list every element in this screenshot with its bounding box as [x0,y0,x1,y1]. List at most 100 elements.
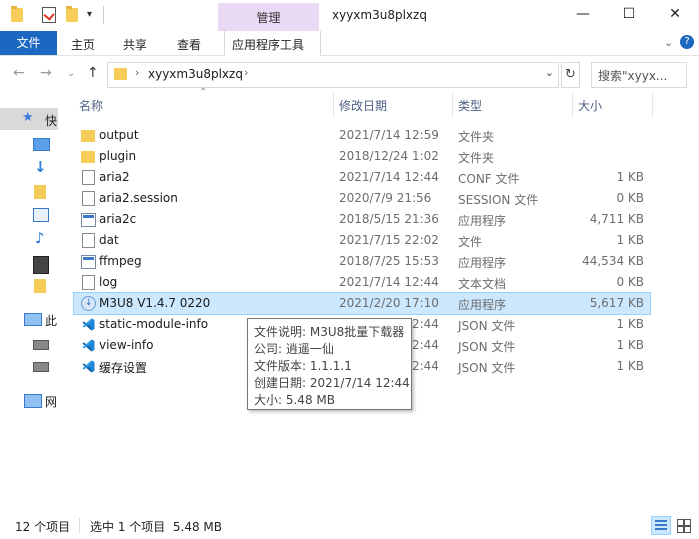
column-divider[interactable] [652,92,653,118]
status-item-count: 12 个项目 [15,520,71,534]
file-row[interactable]: aria2.session 2020/7/9 21:56 SESSION 文件 0 K… [74,188,650,209]
file-size: 1 KB [616,170,644,184]
nav-this-pc-label[interactable]: 此 [45,312,57,329]
folder-icon [11,6,23,22]
this-pc-icon[interactable] [24,313,42,326]
file-row[interactable]: aria2c 2018/5/15 21:36 应用程序 4,711 KB [74,209,650,230]
pictures-icon[interactable] [33,208,49,222]
document-icon [82,275,95,290]
document-icon [82,191,95,206]
column-divider[interactable] [333,92,334,118]
documents-folder-icon[interactable] [34,185,46,199]
file-name: 缓存设置 [99,361,148,375]
videos-icon[interactable] [33,256,49,274]
network-icon[interactable] [24,394,42,408]
file-size: 1 KB [616,317,644,331]
large-icons-view-icon[interactable] [675,516,692,533]
column-header-name[interactable]: 名称 [79,97,103,114]
file-type: 应用程序 [458,214,507,228]
file-type: 文件夹 [458,130,495,144]
desktop-icon[interactable] [33,138,50,151]
file-row[interactable]: log 2021/7/14 12:44 文本文档 0 KB [74,272,650,293]
file-row[interactable]: ffmpeg 2018/7/25 15:53 应用程序 44,534 KB [74,251,650,272]
file-modified-date: 2021/7/15 22:02 [339,233,439,247]
nav-network-label[interactable]: 网 [45,393,57,410]
file-type: 应用程序 [458,256,507,270]
file-type: 文本文档 [458,277,507,291]
column-header-type[interactable]: 类型 [458,97,482,114]
back-arrow-icon[interactable]: ← [13,65,25,81]
search-placeholder: 搜索"xyyx... [598,69,668,83]
drive-icon[interactable] [33,340,49,350]
forward-arrow-icon[interactable]: → [40,65,52,81]
status-selection: 选中 1 个项目 5.48 MB [90,520,223,534]
file-type: SESSION 文件 [458,193,539,207]
tab-view[interactable]: 查看 [177,36,201,53]
column-divider[interactable] [452,92,453,118]
file-row[interactable]: ↓ M3U8 V1.4.7 0220 2021/2/20 17:10 应用程序 5,61… [73,292,651,315]
maximize-button[interactable]: ☐ [606,0,652,30]
file-name: output [99,128,139,142]
details-view-icon[interactable] [651,516,671,535]
tooltip-company: 公司: 逍遥一仙 [254,342,334,356]
tab-share[interactable]: 共享 [123,36,147,53]
column-header-date[interactable]: 修改日期 [339,97,387,114]
tooltip-created: 创建日期: 2021/7/14 12:44 [254,376,410,390]
file-row[interactable]: plugin 2018/12/24 1:02 文件夹 [74,146,650,167]
up-arrow-icon[interactable]: ↑ [87,65,99,81]
divider [79,518,80,533]
tab-home[interactable]: 主页 [71,36,95,53]
downloads-icon[interactable]: ↓ [34,158,47,176]
file-row[interactable]: output 2021/7/14 12:59 文件夹 [74,125,650,146]
folder-icon [81,130,95,142]
refresh-icon[interactable]: ↻ [561,62,580,88]
folder-icon[interactable] [34,279,46,293]
file-type: 文件 [458,235,483,249]
file-modified-date: 2021/7/14 12:59 [339,128,439,142]
breadcrumb-separator-icon[interactable]: › [135,66,139,79]
music-icon[interactable]: ♪ [35,229,45,247]
address-dropdown-icon[interactable]: ⌄ [545,66,554,79]
file-type: JSON 文件 [458,340,516,354]
column-header-size[interactable]: 大小 [578,97,602,114]
tooltip-description: 文件说明: M3U8批量下载器 [254,325,405,339]
file-type: CONF 文件 [458,172,520,186]
file-type: JSON 文件 [458,361,516,375]
nav-quick-access-label[interactable]: 快 [45,112,57,129]
recent-dropdown-icon[interactable]: ⌄ [67,68,75,79]
breadcrumb-separator-icon[interactable]: › [244,66,248,79]
file-size: 0 KB [616,191,644,205]
vscode-icon [82,339,95,352]
file-row[interactable]: dat 2021/7/15 22:02 文件 1 KB [74,230,650,251]
file-name: ffmpeg [99,254,142,268]
drive-icon[interactable] [33,362,49,372]
file-type: JSON 文件 [458,319,516,333]
address-bar[interactable]: › xyyxm3u8plxzq › ⌄ [107,62,559,88]
properties-icon[interactable] [42,7,56,23]
breadcrumb-current[interactable]: xyyxm3u8plxzq [148,67,243,81]
tab-file[interactable]: 文件 [0,31,57,55]
new-folder-icon[interactable] [66,6,78,22]
tab-app-tools[interactable]: 应用程序工具 [232,36,304,53]
collapse-ribbon-icon[interactable]: ⌄ [664,36,673,49]
close-button[interactable]: ✕ [652,0,698,30]
search-input[interactable]: 搜索"xyyx... [591,62,687,88]
application-icon [81,213,96,227]
quick-access-dropdown-icon[interactable]: ▾ [87,9,92,20]
vscode-icon [82,360,95,373]
download-app-icon: ↓ [81,296,96,311]
file-type: 文件夹 [458,151,495,165]
file-name: aria2 [99,170,130,184]
application-icon [81,255,96,269]
file-row[interactable]: aria2 2021/7/14 12:44 CONF 文件 1 KB [74,167,650,188]
file-name: plugin [99,149,137,163]
file-name: dat [99,233,119,247]
file-size: 0 KB [616,275,644,289]
file-name: M3U8 V1.4.7 0220 [99,296,211,310]
document-icon [82,170,95,185]
file-name: log [99,275,118,289]
column-divider[interactable] [572,92,573,118]
minimize-button[interactable]: — [560,0,606,30]
file-name: view-info [99,338,154,352]
help-icon[interactable]: ? [680,35,694,49]
